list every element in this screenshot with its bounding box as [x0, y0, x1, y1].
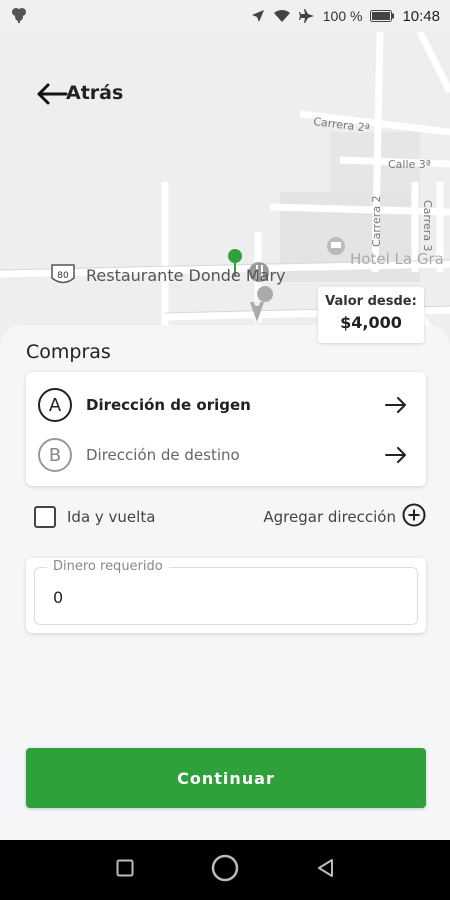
- bottom-sheet: Compras A Dirección de origen B Direcció…: [0, 325, 450, 840]
- address-card: A Dirección de origen B Dirección de des…: [26, 372, 426, 486]
- money-input[interactable]: [53, 588, 393, 607]
- location-arrow-icon: [251, 9, 265, 23]
- back-row: Atrás: [36, 82, 123, 105]
- triangle-back-icon: [316, 858, 334, 883]
- place-label: Restaurante Donde Mary: [86, 266, 286, 285]
- round-trip-checkbox[interactable]: [34, 506, 56, 528]
- nav-bar: [0, 840, 450, 900]
- square-icon: [116, 859, 134, 882]
- round-trip-option[interactable]: Ida y vuelta: [34, 506, 155, 528]
- map-view[interactable]: Carrera 2ª Calle 3ª Carrera 2 Carrera 3 …: [0, 32, 450, 372]
- destination-letter-icon: B: [38, 438, 72, 472]
- arrow-right-icon[interactable]: [382, 393, 410, 417]
- arrow-right-icon[interactable]: [382, 443, 410, 467]
- wifi-icon: [273, 9, 291, 23]
- recents-button[interactable]: [105, 850, 145, 890]
- back-nav-button[interactable]: [305, 850, 345, 890]
- add-address-button[interactable]: Agregar dirección: [263, 503, 426, 532]
- svg-text:80: 80: [57, 271, 69, 281]
- price-tag-value: $4,000: [340, 313, 402, 332]
- battery-icon: [370, 10, 395, 22]
- origin-row[interactable]: A Dirección de origen: [38, 385, 410, 425]
- hotel-icon: [327, 237, 345, 255]
- money-field-label: Dinero requerido: [47, 559, 169, 574]
- money-card: Dinero requerido: [26, 558, 426, 633]
- origin-label: Dirección de origen: [86, 396, 251, 414]
- price-tag: Valor desde: $4,000: [318, 287, 424, 343]
- clover-icon: [10, 6, 28, 27]
- destination-row[interactable]: B Dirección de destino: [38, 435, 410, 475]
- back-title[interactable]: Atrás: [66, 82, 123, 104]
- clock: 10:48: [402, 7, 440, 25]
- street-label: Carrera 3: [421, 200, 434, 252]
- origin-letter-icon: A: [38, 388, 72, 422]
- destination-label: Dirección de destino: [86, 446, 240, 464]
- money-field[interactable]: Dinero requerido: [34, 559, 418, 625]
- battery-percent: 100 %: [322, 8, 363, 24]
- round-trip-label[interactable]: Ida y vuelta: [67, 508, 155, 526]
- street-label: Carrera 2: [370, 195, 383, 247]
- road-shield-icon: 80: [51, 264, 75, 284]
- price-tag-label: Valor desde:: [325, 294, 417, 309]
- sheet-title: Compras: [26, 341, 111, 363]
- status-bar: 100 % 10:48: [0, 0, 450, 32]
- add-circle-icon[interactable]: [402, 503, 426, 532]
- options-row: Ida y vuelta Agregar dirección: [34, 502, 426, 532]
- street-label: Calle 3ª: [388, 158, 431, 171]
- continue-button[interactable]: Continuar: [26, 748, 426, 808]
- airplane-icon: [298, 8, 315, 24]
- home-button[interactable]: [205, 850, 245, 890]
- circle-icon: [210, 853, 240, 888]
- hotel-label: Hotel La Gra: [350, 250, 444, 268]
- add-address-label[interactable]: Agregar dirección: [263, 508, 396, 526]
